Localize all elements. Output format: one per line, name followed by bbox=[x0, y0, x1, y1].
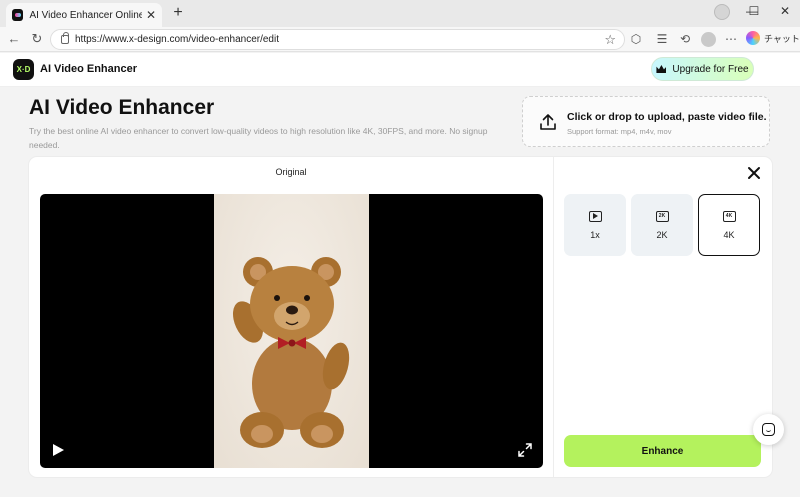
original-pane-label: Original bbox=[275, 167, 307, 177]
upload-formats: Support format: mp4, m4v, mov bbox=[567, 127, 672, 136]
reload-icon[interactable]: ↻ bbox=[29, 31, 45, 47]
site-header: X·D AI Video Enhancer Upgrade for Free bbox=[0, 53, 800, 87]
crown-icon bbox=[656, 65, 667, 73]
play-icon[interactable] bbox=[53, 444, 64, 456]
editor-workspace: Original 1x 2K 2K 4K 4K Enhance bbox=[29, 157, 772, 477]
upload-icon bbox=[540, 114, 556, 130]
browser-toolbar: ← ↻ https://www.x-design.com/video-enhan… bbox=[0, 27, 800, 52]
url-text: https://www.x-design.com/video-enhancer/… bbox=[75, 34, 279, 45]
xdesign-logo[interactable]: X·D bbox=[13, 59, 34, 80]
maximize-button[interactable]: ☐ bbox=[744, 4, 764, 18]
scale-option-label: 2K bbox=[656, 229, 668, 240]
copilot-chat-button[interactable]: チャット bbox=[746, 31, 800, 45]
scale-option-2k[interactable]: 2K 2K bbox=[631, 194, 693, 256]
favorites-icon[interactable]: ☰ bbox=[655, 32, 669, 46]
extensions-icon[interactable]: ⬡ bbox=[629, 32, 643, 46]
back-arrow-icon[interactable]: ← bbox=[6, 31, 22, 47]
scale-option-label: 1x bbox=[590, 229, 600, 240]
tab-close-icon[interactable]: ✕ bbox=[146, 8, 156, 22]
page-title: AI Video Enhancer bbox=[29, 96, 215, 119]
more-options-icon[interactable]: ⋯ bbox=[724, 32, 738, 46]
browser-tab-bar: AI Video Enhancer Online | X-Design ✕ + … bbox=[0, 0, 800, 27]
video-frame bbox=[214, 194, 369, 468]
scale-option-label: 4K bbox=[723, 229, 735, 240]
4k-icon: 4K bbox=[722, 210, 736, 222]
pane-divider bbox=[553, 157, 554, 477]
upgrade-button[interactable]: Upgrade for Free bbox=[651, 57, 754, 81]
chat-label: チャット bbox=[764, 33, 800, 44]
play-icon bbox=[588, 210, 602, 222]
tab-title: AI Video Enhancer Online | X-Design bbox=[29, 9, 142, 21]
favorite-star-icon[interactable]: ☆ bbox=[604, 32, 616, 48]
support-chat-button[interactable] bbox=[753, 414, 784, 445]
fullscreen-icon[interactable] bbox=[518, 443, 532, 457]
upload-title: Click or drop to upload, paste video fil… bbox=[567, 111, 767, 123]
upload-dropzone[interactable]: Click or drop to upload, paste video fil… bbox=[522, 96, 770, 147]
video-player[interactable] bbox=[40, 194, 543, 468]
scale-option-4k[interactable]: 4K 4K bbox=[698, 194, 760, 256]
history-icon[interactable]: ⟲ bbox=[678, 32, 692, 46]
window-close-button[interactable]: ✕ bbox=[775, 4, 795, 18]
lock-icon bbox=[61, 32, 69, 44]
new-tab-button[interactable]: + bbox=[169, 4, 187, 22]
enhance-button[interactable]: Enhance bbox=[564, 435, 761, 467]
upgrade-label: Upgrade for Free bbox=[672, 63, 749, 75]
chat-bubble-icon bbox=[762, 423, 775, 436]
profile-avatar[interactable] bbox=[714, 4, 730, 20]
browser-tab[interactable]: AI Video Enhancer Online | X-Design ✕ bbox=[6, 3, 162, 27]
teddy-bear-illustration bbox=[232, 257, 350, 448]
page-description: Try the best online AI video enhancer to… bbox=[29, 126, 488, 150]
address-bar[interactable]: https://www.x-design.com/video-enhancer/… bbox=[50, 29, 625, 50]
brand-name: AI Video Enhancer bbox=[40, 63, 137, 75]
close-icon[interactable] bbox=[747, 166, 761, 180]
2k-icon: 2K bbox=[655, 210, 669, 222]
account-avatar[interactable] bbox=[701, 32, 716, 47]
copilot-icon bbox=[746, 31, 760, 45]
logo-text: X·D bbox=[16, 65, 31, 74]
scale-option-1x[interactable]: 1x bbox=[564, 194, 626, 256]
site-favicon-icon bbox=[12, 9, 24, 21]
